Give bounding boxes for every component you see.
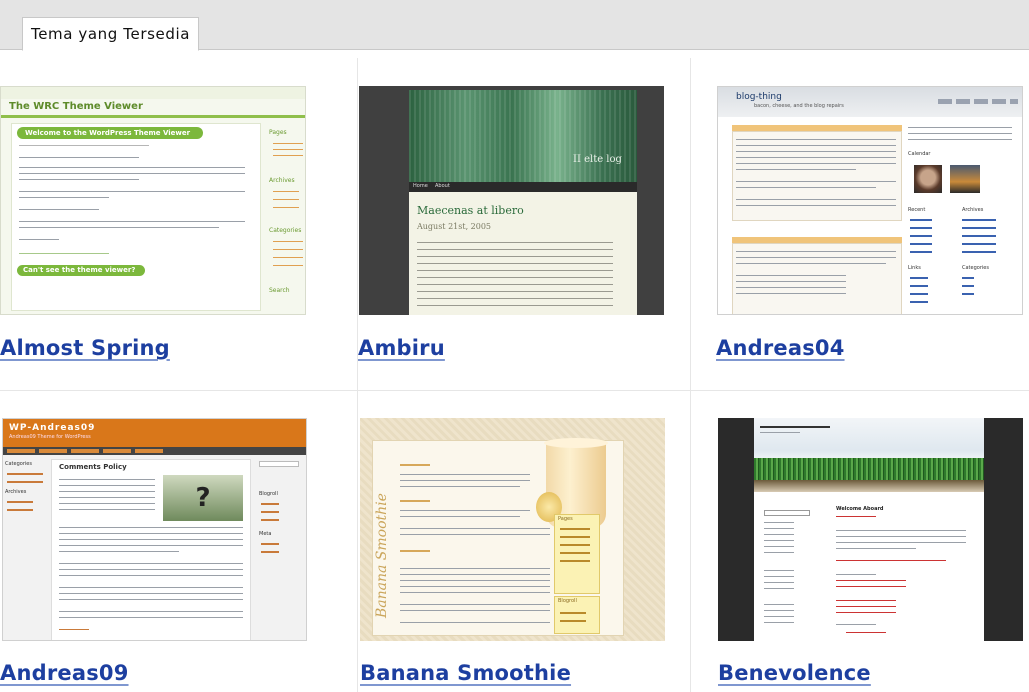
thumb-sidebar-blogroll: Blogroll	[558, 598, 577, 604]
thumb-sidebar-pages: Pages	[269, 129, 287, 136]
thumb-post-title: Maecenas at libero	[417, 204, 524, 217]
theme-screenshot[interactable]: blog-thing bacon, cheese, and the blog r…	[717, 86, 1023, 315]
thumb-post-title: Welcome Aboard	[836, 506, 884, 512]
thumb-sidebar-calendar: Calendar	[908, 151, 931, 157]
theme-card-benevolence[interactable]: Welcome Aboard Benevolence	[691, 391, 1029, 692]
thumb-sidebar-categories: Categories	[269, 227, 302, 234]
thumb-tagline: Andreas09 Theme for WordPress	[9, 434, 91, 440]
thumb-nav-home: Home	[413, 183, 428, 189]
thumb-box2-title: Can't see the theme viewer?	[17, 265, 145, 276]
thumb-post-title: Welcome to the WordPress Theme Viewer	[17, 127, 203, 139]
thumb-site-title: The WRC Theme Viewer	[9, 101, 143, 112]
theme-name-link[interactable]: Ambiru	[358, 336, 445, 360]
theme-screenshot[interactable]: WP-Andreas09 Andreas09 Theme for WordPre…	[2, 418, 307, 641]
theme-name-link[interactable]: Andreas04	[716, 336, 845, 360]
theme-card-ambiru[interactable]: II elte log Home About Maecenas at liber…	[333, 58, 691, 391]
thumb-site-title: blog-thing	[736, 92, 782, 102]
thumb-tagline: bacon, cheese, and the blog repairs	[754, 103, 844, 109]
thumb-sidebar-pages: Pages	[558, 516, 573, 522]
thumb-sidebar-archives: Archives	[962, 207, 984, 213]
theme-screenshot[interactable]: Banana Smoothie Pages Blogroll	[360, 418, 665, 641]
thumb-sidebar-recent: Recent	[908, 207, 926, 213]
thumb-sidebar-archives: Archives	[269, 177, 295, 184]
thumb-sidebar-categories: Categories	[962, 265, 989, 271]
question-mark-icon: ?	[163, 475, 243, 521]
theme-card-almost-spring[interactable]: The WRC Theme Viewer Welcome to the Word…	[0, 58, 358, 391]
theme-name-link[interactable]: Benevolence	[718, 661, 871, 685]
theme-card-andreas04[interactable]: blog-thing bacon, cheese, and the blog r…	[691, 58, 1029, 391]
theme-screenshot[interactable]: II elte log Home About Maecenas at liber…	[359, 86, 664, 315]
theme-screenshot[interactable]: Welcome Aboard	[718, 418, 1023, 641]
theme-name-link[interactable]: Almost Spring	[0, 336, 170, 360]
thumb-post-date: August 21st, 2005	[417, 222, 492, 231]
theme-name-link[interactable]: Banana Smoothie	[360, 661, 571, 685]
theme-screenshot[interactable]: The WRC Theme Viewer Welcome to the Word…	[0, 86, 306, 315]
thumb-nav-about: About	[435, 183, 450, 189]
theme-name-link[interactable]: Andreas09	[0, 661, 129, 685]
thumb-site-title: WP-Andreas09	[9, 423, 96, 433]
thumb-logo: Banana Smoothie	[374, 493, 390, 618]
thumb-sidebar-categories: Categories	[5, 461, 32, 467]
thumb-sidebar-links: Links	[908, 265, 921, 271]
theme-card-andreas09[interactable]: WP-Andreas09 Andreas09 Theme for WordPre…	[0, 391, 358, 692]
theme-card-banana-smoothie[interactable]: Banana Smoothie Pages Blogroll Banana Sm…	[333, 391, 691, 692]
thumb-sidebar-blogroll: Blogroll	[259, 491, 278, 497]
thumb-post-title: Comments Policy	[59, 463, 127, 471]
thumb-sidebar-archives: Archives	[5, 489, 27, 495]
thumb-sidebar-meta: Meta	[259, 531, 272, 537]
tab-available-themes[interactable]: Tema yang Tersedia	[22, 17, 200, 51]
thumb-sidebar-search: Search	[269, 287, 290, 294]
thumb-header-title: II elte log	[573, 154, 622, 165]
